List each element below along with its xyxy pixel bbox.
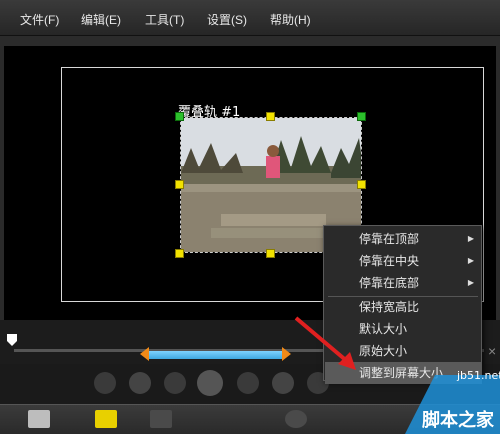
record-icon[interactable] <box>285 410 307 428</box>
resize-handle-left[interactable] <box>175 180 184 189</box>
trim-start-marker[interactable] <box>140 347 149 361</box>
menu-settings[interactable]: 设置(S) <box>207 11 247 28</box>
timeline-icon[interactable] <box>95 410 117 428</box>
resize-handle-top[interactable] <box>266 112 275 121</box>
resize-handle-bottom[interactable] <box>266 249 275 258</box>
submenu-arrow-icon: ▶ <box>467 278 474 287</box>
menu-dock-top[interactable]: 停靠在顶部 ▶ <box>325 228 482 250</box>
menu-bar: 文件(F) 编辑(E) 工具(T) 设置(S) 帮助(H) <box>0 0 500 36</box>
menu-help[interactable]: 帮助(H) <box>270 11 311 28</box>
menu-edit[interactable]: 编辑(E) <box>81 11 121 28</box>
playhead-icon[interactable] <box>6 333 18 347</box>
watermark-text: 脚本之家 <box>422 410 494 431</box>
menu-dock-bottom[interactable]: 停靠在底部 ▶ <box>325 272 482 294</box>
undo-icon[interactable] <box>150 410 172 428</box>
resize-handle-tr[interactable] <box>357 112 366 121</box>
menu-tools[interactable]: 工具(T) <box>145 11 184 28</box>
storyboard-icon[interactable] <box>28 410 50 428</box>
trim-range-bar[interactable] <box>148 351 284 359</box>
menu-dock-center[interactable]: 停靠在中央 ▶ <box>325 250 482 272</box>
resize-handle-tl[interactable] <box>175 112 184 121</box>
submenu-arrow-icon: ▶ <box>467 256 474 265</box>
submenu-arrow-icon: ▶ <box>467 234 474 243</box>
watermark-url: jb51.net <box>457 369 500 382</box>
menu-file[interactable]: 文件(F) <box>20 11 59 28</box>
close-icon[interactable]: × <box>488 343 496 359</box>
resize-handle-bl[interactable] <box>175 249 184 258</box>
resize-handle-right[interactable] <box>357 180 366 189</box>
person-figure <box>266 156 280 178</box>
toolbar-strip <box>0 36 500 46</box>
annotation-arrow-icon <box>294 316 356 370</box>
